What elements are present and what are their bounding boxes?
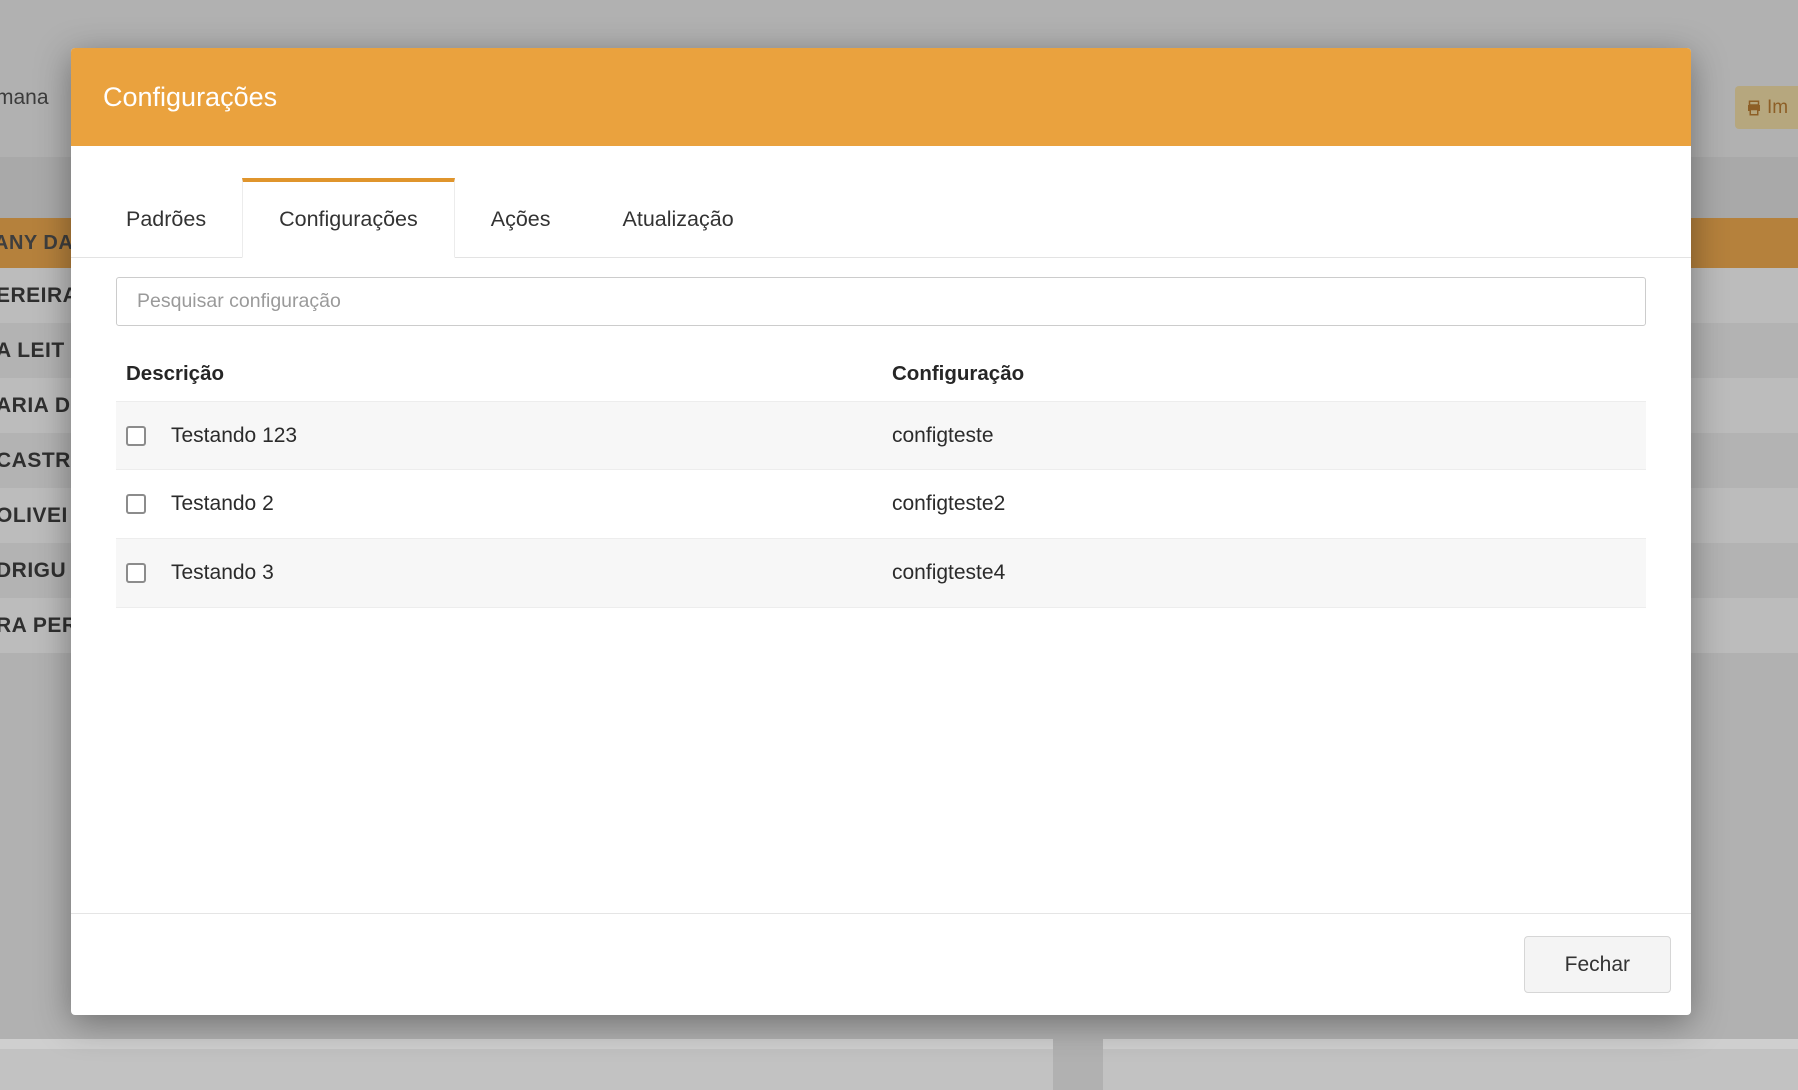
table-row: Testando 123 configteste (116, 401, 1646, 470)
tab-label: Ações (491, 207, 551, 232)
tab-acoes[interactable]: Ações (455, 178, 587, 257)
tab-label: Atualização (623, 207, 734, 232)
background-row-text: A LEIT (0, 339, 65, 363)
tab-label: Padrões (126, 207, 206, 232)
row-configuration: configteste4 (892, 561, 1005, 585)
search-input[interactable] (116, 277, 1646, 326)
table-row: Testando 3 configteste4 (116, 539, 1646, 608)
tab-atualizacao[interactable]: Atualização (587, 178, 770, 257)
row-configuration: configteste2 (892, 492, 1005, 516)
row-description: Testando 2 (171, 492, 274, 516)
column-header-configuracao: Configuração (892, 362, 1024, 387)
tab-padroes[interactable]: Padrões (90, 178, 242, 257)
tab-configuracoes[interactable]: Configurações (242, 178, 455, 258)
row-checkbox[interactable] (126, 563, 146, 583)
table-row: Testando 2 configteste2 (116, 470, 1646, 539)
settings-modal: Configurações Padrões Configurações Açõe… (71, 48, 1691, 1015)
printer-icon (1745, 99, 1763, 117)
row-description: Testando 123 (171, 424, 297, 448)
background-row-text: RA PER (0, 614, 78, 638)
background-row-text: ARIA D (0, 394, 71, 418)
modal-footer: Fechar (71, 913, 1691, 1015)
modal-title: Configurações (103, 82, 277, 113)
table-header: Descrição Configuração (116, 362, 1646, 387)
tab-bar: Padrões Configurações Ações Atualização (71, 178, 1691, 258)
background-row-text: DRIGU (0, 559, 66, 583)
tab-label: Configurações (279, 207, 418, 232)
print-button-label: Im (1767, 97, 1788, 119)
row-configuration: configteste (892, 424, 994, 448)
background-panel-right (1103, 1039, 1798, 1090)
background-row-text: EREIRA (0, 284, 78, 308)
print-button[interactable]: Im (1735, 86, 1798, 129)
row-description: Testando 3 (171, 561, 274, 585)
row-checkbox[interactable] (126, 494, 146, 514)
background-text-fragment: mana (0, 86, 49, 110)
config-table: Testando 123 configteste Testando 2 conf… (116, 401, 1646, 608)
close-button[interactable]: Fechar (1524, 936, 1671, 993)
modal-header: Configurações (71, 48, 1691, 146)
search-wrapper (116, 277, 1646, 326)
row-checkbox[interactable] (126, 426, 146, 446)
background-panel-left (0, 1039, 1053, 1090)
background-row-text: OLIVEI (0, 504, 68, 528)
background-table-header-label: ANY DA (0, 232, 73, 255)
column-header-descricao: Descrição (116, 362, 892, 387)
